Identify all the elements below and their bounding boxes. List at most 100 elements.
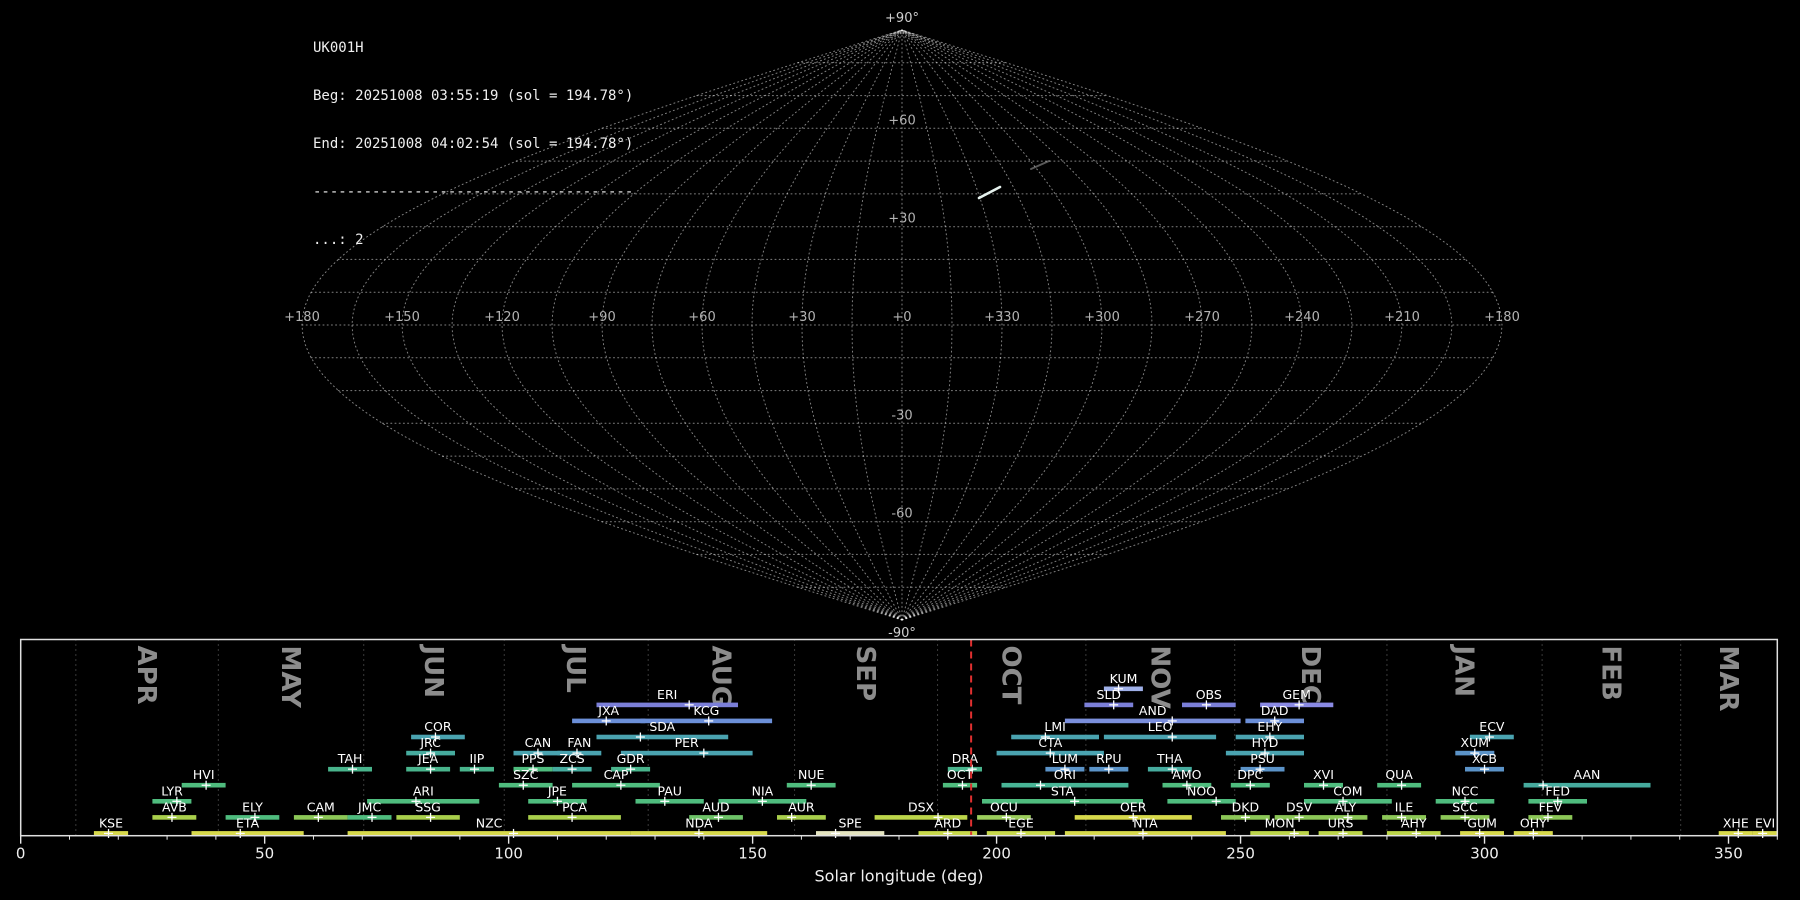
shower-code-label: EHY [1257,719,1282,734]
shower-bar [1084,702,1134,708]
shower-code-label: GEM [1283,687,1311,702]
shower-code-label: ARD [934,815,961,830]
plot-canvas: +180 +150 +120 +90 +60 +30 +0 +330 +300 +270 +240 +… [16,11,1779,886]
shower-code-label: NCC [1452,783,1479,798]
map-latitude-label: -30 [891,408,912,423]
shower-code-label: SLD [1097,687,1122,702]
shower-code-label: ELY [242,799,263,814]
observation-header: UK001H Beg: 20251008 03:55:19 (sol = 194… [313,8,633,280]
shower-code-label: TAH [337,751,363,766]
map-latitude-label: +30 [888,212,915,227]
map-longitude-label: +300 [1084,310,1120,325]
month-label: SEP [850,646,880,702]
shower-bar [635,799,704,804]
shower-code-label: NIA [752,783,774,798]
axis-tick-label: 50 [255,845,274,863]
map-longitude-label: +0 [892,310,911,325]
shower-code-label: URS [1328,815,1354,830]
shower-code-label: RPU [1096,751,1121,766]
shower-code-label: JMC [357,799,381,814]
month-label: NOV [1144,646,1174,709]
map-longitude-label: +330 [984,310,1020,325]
shower-code-label: CAP [604,767,629,782]
map-longitude-label: +60 [688,310,715,325]
map-longitude-label: +30 [788,310,815,325]
shower-code-label: SCC [1452,799,1478,814]
shower-code-label: SPE [839,815,862,830]
map-latitude-label: +60 [888,113,915,128]
shower-code-label: IIP [469,751,484,766]
shower-code-label: JRC [419,735,441,750]
map-north-pole-label: +90° [885,11,919,26]
shower-code-label: OER [1120,799,1147,814]
shower-code-label: SSG [415,799,441,814]
shower-code-label: DSX [908,799,935,814]
shower-code-label: NTA [1133,815,1158,830]
shower-code-label: XCB [1472,751,1497,766]
shower-code-label: PPS [521,751,544,766]
shower-code-label: CAM [307,799,335,814]
shower-bar [1103,734,1217,740]
month-label: APR [131,646,161,705]
shower-code-label: SZC [513,767,538,782]
shower-code-label: AHY [1401,815,1427,830]
shower-code-label: KSE [99,815,123,830]
shower-bar [777,815,826,820]
shower-code-label: NZC [476,815,503,830]
shower-code-label: OCU [990,799,1018,814]
meteor-station-plot: UK001H Beg: 20251008 03:55:19 (sol = 194… [0,0,1800,900]
shower-bar [1167,799,1236,804]
shower-code-label: DRA [952,751,979,766]
month-label: MAY [275,646,305,710]
shower-code-label: KCG [693,703,719,718]
shower-code-label: JEA [417,751,439,766]
month-label: JUL [560,644,590,693]
shower-code-label: ETA [236,815,260,830]
shower-code-label: GDR [617,751,645,766]
detection-count-line: ...: 2 [313,232,364,248]
axis-tick-label: 150 [738,845,767,863]
shower-code-label: PER [675,735,699,750]
shower-code-label: ECV [1479,719,1505,734]
shower-code-label: JPE [547,783,567,798]
shower-code-label: JXA [597,703,619,718]
shower-code-label: COM [1333,783,1362,798]
shower-code-label: XHE [1723,815,1749,830]
map-latitude-label: -60 [891,507,912,522]
shower-code-label: MON [1265,815,1295,830]
meteor-streak [1030,160,1050,170]
map-longitude-label: +210 [1384,310,1420,325]
shower-code-label: PAU [657,783,681,798]
shower-code-label: GUM [1467,815,1497,830]
shower-code-label: HYD [1252,735,1279,750]
shower-code-label: THA [1156,751,1183,766]
shower-code-label: OBS [1196,687,1222,702]
map-longitude-label: +240 [1284,310,1320,325]
end-time-line: End: 20251008 04:02:54 (sol = 194.78°) [313,136,634,152]
shower-code-label: AVB [162,799,187,814]
shower-code-label: EGE [1008,815,1034,830]
month-label: MAR [1713,646,1743,712]
shower-code-label: XUM [1461,735,1490,750]
month-label: FEB [1595,646,1625,701]
shower-code-label: AAN [1574,767,1601,782]
month-label: OCT [996,646,1026,705]
activity-timeline: APR MAY JUN JUL AUG SEP OCT NOV DEC JAN FEB MAR0 50 1… [16,638,1779,886]
shower-code-label: AUR [788,799,815,814]
map-meridian [901,29,1153,621]
shower-code-label: HVI [193,767,215,782]
map-longitude-label: +90 [588,310,615,325]
shower-code-label: NUE [798,767,824,782]
map-longitude-label: +150 [384,310,420,325]
shower-code-label: LYR [161,783,183,798]
axis-tick-label: 200 [982,845,1011,863]
shower-code-label: COR [424,719,452,734]
shower-code-label: ALY [1335,799,1357,814]
shower-code-label: OHY [1520,815,1547,830]
shower-code-label: DAD [1261,703,1289,718]
begin-time-line: Beg: 20251008 03:55:19 (sol = 194.78°) [313,88,634,104]
shower-bar [596,734,729,740]
axis-tick-label: 0 [16,845,26,863]
map-longitude-label: +120 [484,310,520,325]
shower-code-label: KUM [1110,671,1138,686]
